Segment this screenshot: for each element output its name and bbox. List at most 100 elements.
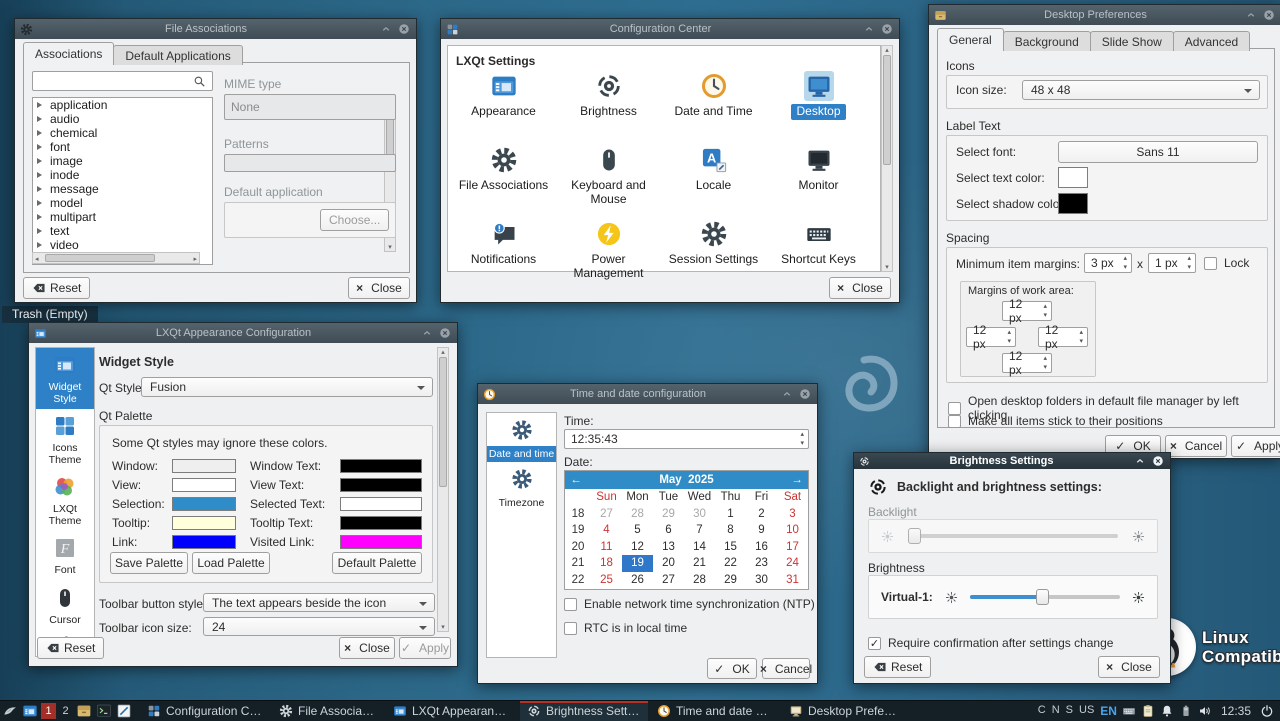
config-item-date-and-time[interactable]: Date and Time <box>661 69 766 143</box>
time-spinner[interactable]: 12:35:43 <box>564 429 809 449</box>
apply-button[interactable]: Apply <box>1231 435 1280 457</box>
calendar-day-28[interactable]: 28 <box>622 506 653 523</box>
stick-items-row[interactable]: Make all items stick to their positions <box>948 414 1163 428</box>
sidebar-item-timezone[interactable]: Timezone <box>487 462 556 511</box>
save-palette-button[interactable]: Save Palette <box>110 552 188 574</box>
calendar-day-30[interactable]: 30 <box>684 506 715 523</box>
minimize-button[interactable] <box>1133 454 1147 468</box>
tree-item-message[interactable]: message <box>33 182 212 196</box>
config-item-notifications[interactable]: Notifications <box>451 217 556 291</box>
minimize-button[interactable] <box>780 387 794 401</box>
calendar-day-25[interactable]: 25 <box>591 572 622 589</box>
titlebar-brightness[interactable]: Brightness Settings <box>854 453 1170 469</box>
expand-icon[interactable] <box>37 158 45 164</box>
minimize-button[interactable] <box>420 326 434 340</box>
tab-background[interactable]: Background <box>1003 31 1091 51</box>
choose-button[interactable]: Choose... <box>320 209 389 231</box>
calendar-month-year[interactable]: May 2025 <box>587 474 786 486</box>
reset-button[interactable]: Reset <box>37 637 104 659</box>
desktop-switcher-2[interactable]: 2 <box>58 703 73 719</box>
taskbar-clock[interactable]: 12:35 <box>1221 704 1251 718</box>
expand-icon[interactable] <box>37 172 45 178</box>
close-button[interactable]: Close <box>339 637 395 659</box>
expand-icon[interactable] <box>37 200 45 206</box>
calendar-day-30[interactable]: 30 <box>746 572 777 589</box>
power-icon[interactable] <box>1260 704 1274 718</box>
expand-icon[interactable] <box>37 242 45 248</box>
tray-indicator-c[interactable]: C <box>1038 704 1046 718</box>
config-item-desktop[interactable]: Desktop <box>766 69 871 143</box>
close-button[interactable]: Close <box>829 277 891 299</box>
work-margin-left-spinner[interactable]: 12 px <box>966 327 1016 347</box>
expand-icon[interactable] <box>37 186 45 192</box>
task-button-configuration-center[interactable]: Configuration Center <box>140 701 270 721</box>
close-button[interactable]: Close <box>1098 656 1160 678</box>
titlebar-desktop-preferences[interactable]: Desktop Preferences <box>929 5 1280 25</box>
task-button-time-and-date-config[interactable]: Time and date config... <box>650 701 780 721</box>
work-margin-right-spinner[interactable]: 12 px <box>1038 327 1088 347</box>
task-button-desktop-preferences[interactable]: Desktop Preferences <box>782 701 906 721</box>
calendar-day-27[interactable]: 27 <box>653 572 684 589</box>
calendar-day-15[interactable]: 15 <box>715 539 746 556</box>
lxqt-menu-button[interactable] <box>0 702 20 721</box>
lock-checkbox[interactable] <box>1204 257 1217 270</box>
close-button[interactable] <box>880 22 894 36</box>
shadow-color-swatch[interactable] <box>1058 193 1088 214</box>
tab-general[interactable]: General <box>937 28 1004 51</box>
calendar-day-17[interactable]: 17 <box>777 539 808 556</box>
calendar-day-9[interactable]: 9 <box>746 522 777 539</box>
color-swatch[interactable] <box>340 478 422 492</box>
reset-button[interactable]: Reset <box>23 277 90 299</box>
calendar-day-29[interactable]: 29 <box>715 572 746 589</box>
close-button[interactable]: Close <box>348 277 410 299</box>
calendar-prev-icon[interactable]: ← <box>565 474 587 486</box>
color-swatch[interactable] <box>172 478 236 492</box>
desktop-icon-trash-label[interactable]: Trash (Empty) <box>2 306 98 323</box>
tree-item-video[interactable]: video <box>33 238 212 252</box>
calendar-grid[interactable]: SunMonTueWedThuFriSat1827282930123194567… <box>565 489 808 588</box>
expand-icon[interactable] <box>37 116 45 122</box>
toolbar-size-select[interactable]: 24 <box>203 617 435 636</box>
editor-launcher[interactable] <box>114 702 134 721</box>
tab-advanced[interactable]: Advanced <box>1173 31 1250 51</box>
config-item-appearance[interactable]: Appearance <box>451 69 556 143</box>
calendar-day-20[interactable]: 20 <box>653 555 684 572</box>
titlebar-appearance[interactable]: LXQt Appearance Configuration <box>29 323 457 343</box>
config-item-file-associations[interactable]: File Associations <box>451 143 556 217</box>
color-swatch[interactable] <box>172 516 236 530</box>
ntp-checkbox[interactable] <box>564 598 577 611</box>
battery-icon[interactable] <box>1179 704 1193 718</box>
titlebar-configuration-center[interactable]: Configuration Center <box>441 19 899 39</box>
ntp-row[interactable]: Enable network time synchronization (NTP… <box>564 597 815 611</box>
terminal-launcher[interactable] <box>94 702 114 721</box>
calendar[interactable]: ← May 2025 → SunMonTueWedThuFriSat182728… <box>564 470 809 590</box>
sidebar-item-lxqt-theme[interactable]: LXQt Theme <box>36 470 94 531</box>
color-swatch[interactable] <box>340 516 422 530</box>
work-margin-top-spinner[interactable]: 12 px <box>1002 301 1052 321</box>
config-item-brightness[interactable]: Brightness <box>556 69 661 143</box>
show-desktop-button[interactable] <box>20 702 40 721</box>
config-item-locale[interactable]: Locale <box>661 143 766 217</box>
tree-item-font[interactable]: font <box>33 140 212 154</box>
toolbar-style-select[interactable]: The text appears beside the icon <box>203 593 435 612</box>
minimize-button[interactable] <box>379 22 393 36</box>
calendar-day-16[interactable]: 16 <box>746 539 777 556</box>
tab-default-applications[interactable]: Default Applications <box>113 45 242 65</box>
sidebar-item-cursor[interactable]: Cursor <box>36 581 94 631</box>
sidebar-item-font[interactable]: Font <box>36 531 94 581</box>
tree-item-application[interactable]: application <box>33 98 212 112</box>
color-swatch[interactable] <box>340 535 422 549</box>
close-button[interactable] <box>798 387 812 401</box>
calendar-day-1[interactable]: 1 <box>715 506 746 523</box>
icon-size-select[interactable]: 48 x 48 <box>1022 80 1260 100</box>
config-item-keyboard-and-mouse[interactable]: Keyboard and Mouse <box>556 143 661 217</box>
sidebar-item-widget-style[interactable]: Widget Style <box>36 348 94 409</box>
tray-indicator-n[interactable]: N <box>1052 704 1060 718</box>
tree-item-chemical[interactable]: chemical <box>33 126 212 140</box>
calendar-day-19[interactable]: 19 <box>622 555 653 572</box>
task-button-brightness-settings[interactable]: Brightness Settings <box>520 701 648 721</box>
config-item-monitor[interactable]: Monitor <box>766 143 871 217</box>
color-swatch[interactable] <box>172 459 236 473</box>
bell-icon[interactable] <box>1160 704 1174 718</box>
calendar-day-5[interactable]: 5 <box>622 522 653 539</box>
